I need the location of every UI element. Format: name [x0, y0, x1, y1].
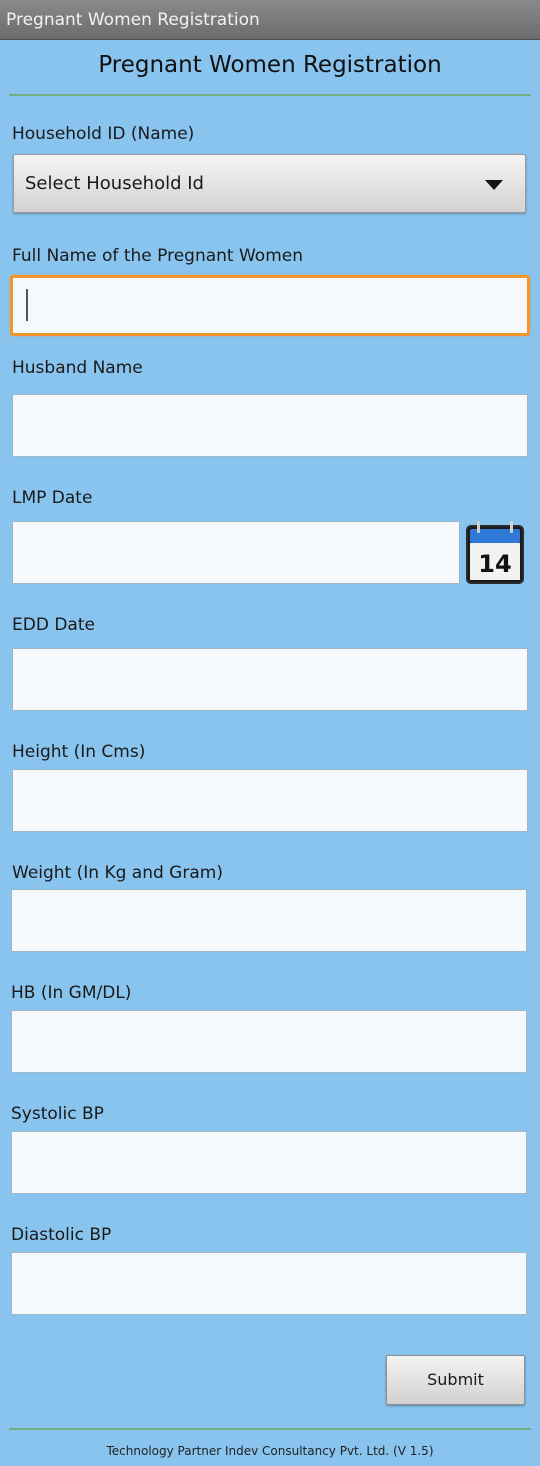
husband-name-input[interactable] [12, 394, 528, 457]
weight-label: Weight (In Kg and Gram) [12, 863, 223, 883]
hb-input[interactable] [11, 1010, 527, 1073]
edd-date-label: EDD Date [12, 615, 95, 635]
header-divider [9, 94, 531, 96]
weight-input[interactable] [11, 889, 527, 952]
household-label: Household ID (Name) [12, 124, 195, 144]
household-select-value: Select Household Id [25, 173, 204, 194]
full-name-input[interactable] [10, 275, 530, 336]
calendar-icon[interactable]: 14 [465, 519, 525, 585]
footer-text: Technology Partner Indev Consultancy Pvt… [106, 1444, 434, 1458]
hb-label: HB (In GM/DL) [11, 983, 132, 1003]
page-title: Pregnant Women Registration [98, 52, 442, 78]
edd-date-input[interactable] [12, 648, 528, 711]
calendar-day: 14 [478, 550, 511, 578]
systolic-bp-input[interactable] [11, 1131, 527, 1194]
diastolic-bp-label: Diastolic BP [11, 1225, 112, 1245]
text-caret [26, 289, 28, 321]
lmp-date-input[interactable] [12, 521, 460, 584]
husband-name-label: Husband Name [12, 358, 143, 378]
app-title: Pregnant Women Registration [6, 10, 260, 30]
systolic-bp-label: Systolic BP [11, 1104, 104, 1124]
household-select[interactable]: Select Household Id [13, 154, 526, 213]
full-name-label: Full Name of the Pregnant Women [12, 246, 303, 266]
height-label: Height (In Cms) [12, 742, 146, 762]
dropdown-arrow-icon [485, 180, 503, 190]
lmp-date-label: LMP Date [12, 488, 93, 508]
height-input[interactable] [12, 769, 528, 832]
footer-divider [9, 1428, 531, 1430]
submit-button[interactable]: Submit [386, 1355, 525, 1405]
diastolic-bp-input[interactable] [11, 1252, 527, 1315]
title-bar: Pregnant Women Registration [0, 0, 540, 40]
